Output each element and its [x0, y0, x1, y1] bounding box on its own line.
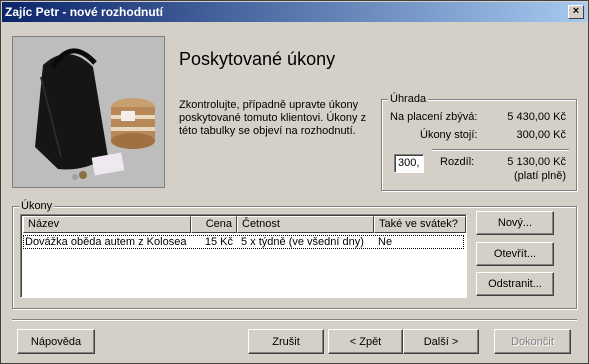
cancel-button[interactable]: Zrušit — [248, 329, 324, 354]
window-title: Zajíc Petr - nové rozhodnutí — [5, 5, 164, 19]
column-header-holiday[interactable]: Také ve svátek? — [374, 216, 466, 233]
column-header-frequency[interactable]: Četnost — [237, 216, 374, 233]
footer-separator — [12, 319, 577, 321]
title-bar: Zajíc Petr - nové rozhodnutí × — [2, 2, 587, 22]
diff-value: 5 130,00 Kč — [507, 156, 566, 168]
cost-label: Úkony stojí: — [420, 129, 478, 141]
cost-value: 300,00 Kč — [516, 129, 566, 141]
bag-illustration — [12, 36, 165, 188]
row-name: Dovážka oběda autem z Kolosea — [25, 236, 187, 248]
diff-label: Rozdíl: — [440, 156, 475, 168]
column-header-name[interactable]: Název — [23, 216, 191, 233]
wizard-window: Zajíc Petr - nové rozhodnutí × Poskytova… — [0, 0, 589, 364]
payment-amount-input[interactable]: 300, — [394, 154, 424, 173]
remaining-label: Na placení zbývá: — [390, 111, 478, 123]
close-button[interactable]: × — [568, 5, 584, 19]
back-button[interactable]: < Zpět — [328, 329, 403, 354]
services-legend: Úkony — [19, 200, 55, 212]
next-button[interactable]: Další > — [403, 329, 479, 354]
page-description: Zkontrolujte, případně upravte úkony pos… — [179, 99, 367, 137]
row-holiday: Ne — [378, 236, 393, 248]
payment-legend: Úhrada — [388, 93, 429, 105]
help-button[interactable]: Nápověda — [17, 329, 95, 354]
finish-button[interactable]: Dokončit — [494, 329, 571, 354]
row-price: 15 Kč — [204, 236, 233, 248]
remaining-value: 5 430,00 Kč — [507, 111, 566, 123]
page-heading: Poskytované úkony — [179, 49, 336, 69]
diff-note: (platí plně) — [514, 170, 566, 182]
services-table[interactable]: Název Cena Četnost Také ve svátek? Dováž… — [20, 214, 467, 298]
column-header-price[interactable]: Cena — [191, 216, 237, 233]
payment-separator — [432, 149, 569, 151]
remove-service-button[interactable]: Odstranit... — [476, 272, 554, 296]
row-frequency: 5 x týdně (ve všední dny) — [241, 236, 364, 248]
open-service-button[interactable]: Otevřít... — [476, 242, 554, 266]
new-service-button[interactable]: Nový... — [476, 211, 554, 235]
